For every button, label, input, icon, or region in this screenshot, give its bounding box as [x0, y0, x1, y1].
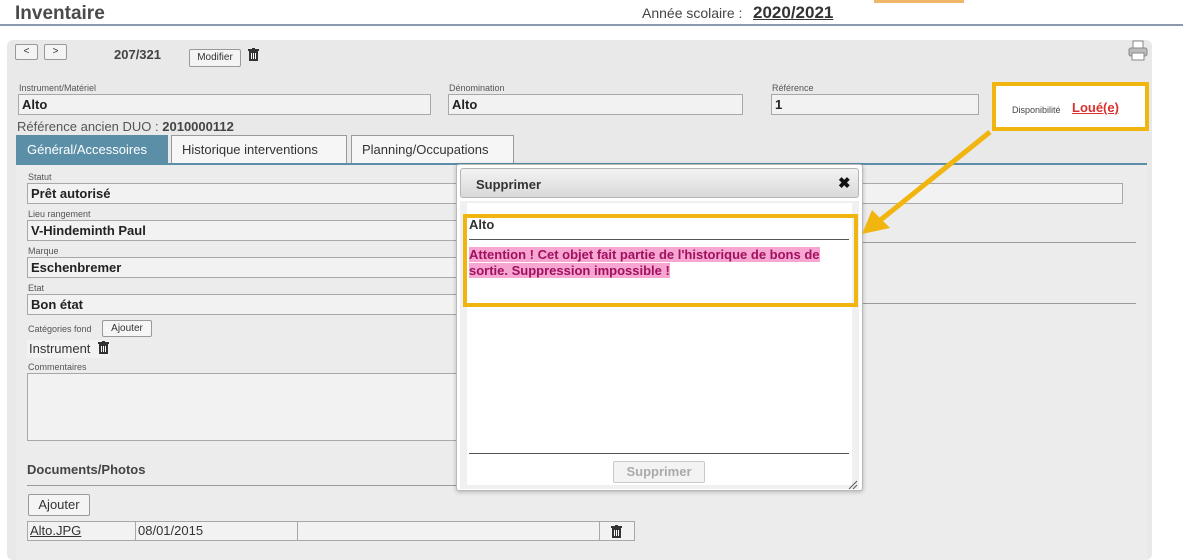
close-icon[interactable]: ✖: [838, 174, 851, 192]
old-reference-value: 2010000112: [162, 119, 234, 134]
warning-highlight: [463, 214, 858, 307]
comments-textarea[interactable]: [27, 373, 462, 441]
school-year-link[interactable]: 2020/2021: [753, 3, 833, 23]
status-field[interactable]: Prêt autorisé: [27, 183, 460, 204]
divider: [469, 453, 849, 454]
instrument-field[interactable]: Alto: [18, 94, 431, 115]
old-reference-label: Référence ancien DUO :: [17, 119, 159, 134]
tab-history[interactable]: Historique interventions: [171, 135, 347, 164]
divider: [855, 303, 1136, 304]
brand-label: Marque: [28, 246, 59, 256]
instrument-label: Instrument/Matériel: [19, 83, 97, 93]
reference-field[interactable]: 1: [771, 94, 979, 115]
trash-icon[interactable]: [98, 341, 110, 354]
next-record-button[interactable]: >: [44, 44, 67, 60]
location-label: Lieu rangement: [28, 209, 91, 219]
school-year-label: Année scolaire :: [642, 5, 743, 21]
tab-planning[interactable]: Planning/Occupations: [351, 135, 514, 164]
tab-general[interactable]: Général/Accessoires: [16, 135, 168, 164]
state-field[interactable]: Bon état: [27, 294, 460, 315]
record-counter: 207/321: [114, 47, 161, 62]
dialog-header: Supprimer ✖: [460, 168, 859, 198]
comments-label: Commentaires: [28, 362, 87, 372]
delete-button[interactable]: Supprimer: [613, 461, 705, 483]
top-bar: [0, 0, 1183, 26]
document-description: [298, 522, 600, 540]
denomination-field[interactable]: Alto: [448, 94, 743, 115]
availability-highlight: Disponibilité Loué(e): [992, 82, 1149, 131]
previous-record-button[interactable]: <: [15, 44, 38, 60]
trash-icon[interactable]: [248, 48, 259, 61]
secondary-field[interactable]: [855, 183, 1123, 204]
active-menu-indicator: [874, 0, 964, 3]
resize-handle-icon[interactable]: [848, 477, 858, 495]
status-label: Statut: [28, 172, 52, 182]
add-category-button[interactable]: Ajouter: [102, 320, 152, 337]
divider: [27, 485, 462, 486]
categories-label: Catégories fond: [28, 324, 92, 334]
printer-icon[interactable]: [1127, 40, 1149, 67]
availability-label: Disponibilité: [1012, 105, 1061, 115]
category-tag: Instrument: [27, 340, 111, 358]
state-label: Etat: [28, 283, 45, 293]
old-reference: Référence ancien DUO : 2010000112: [17, 119, 234, 134]
modify-button[interactable]: Modifier: [189, 49, 241, 67]
dialog-title: Supprimer: [476, 177, 542, 192]
trash-icon[interactable]: [611, 525, 622, 538]
page-title: Inventaire: [15, 3, 105, 24]
document-file-link[interactable]: Alto.JPG: [28, 522, 136, 540]
documents-title: Documents/Photos: [27, 462, 146, 477]
divider: [855, 242, 1136, 243]
denomination-label: Dénomination: [449, 83, 505, 93]
reference-label: Référence: [772, 83, 814, 93]
document-date: 08/01/2015: [136, 522, 298, 540]
brand-field[interactable]: Eschenbremer: [27, 257, 460, 278]
availability-link[interactable]: Loué(e): [1072, 100, 1119, 115]
document-row: Alto.JPG 08/01/2015: [27, 521, 635, 541]
category-tag-label: Instrument: [29, 341, 91, 356]
location-field[interactable]: V-Hindeminth Paul: [27, 220, 460, 241]
add-document-button[interactable]: Ajouter: [28, 494, 90, 516]
